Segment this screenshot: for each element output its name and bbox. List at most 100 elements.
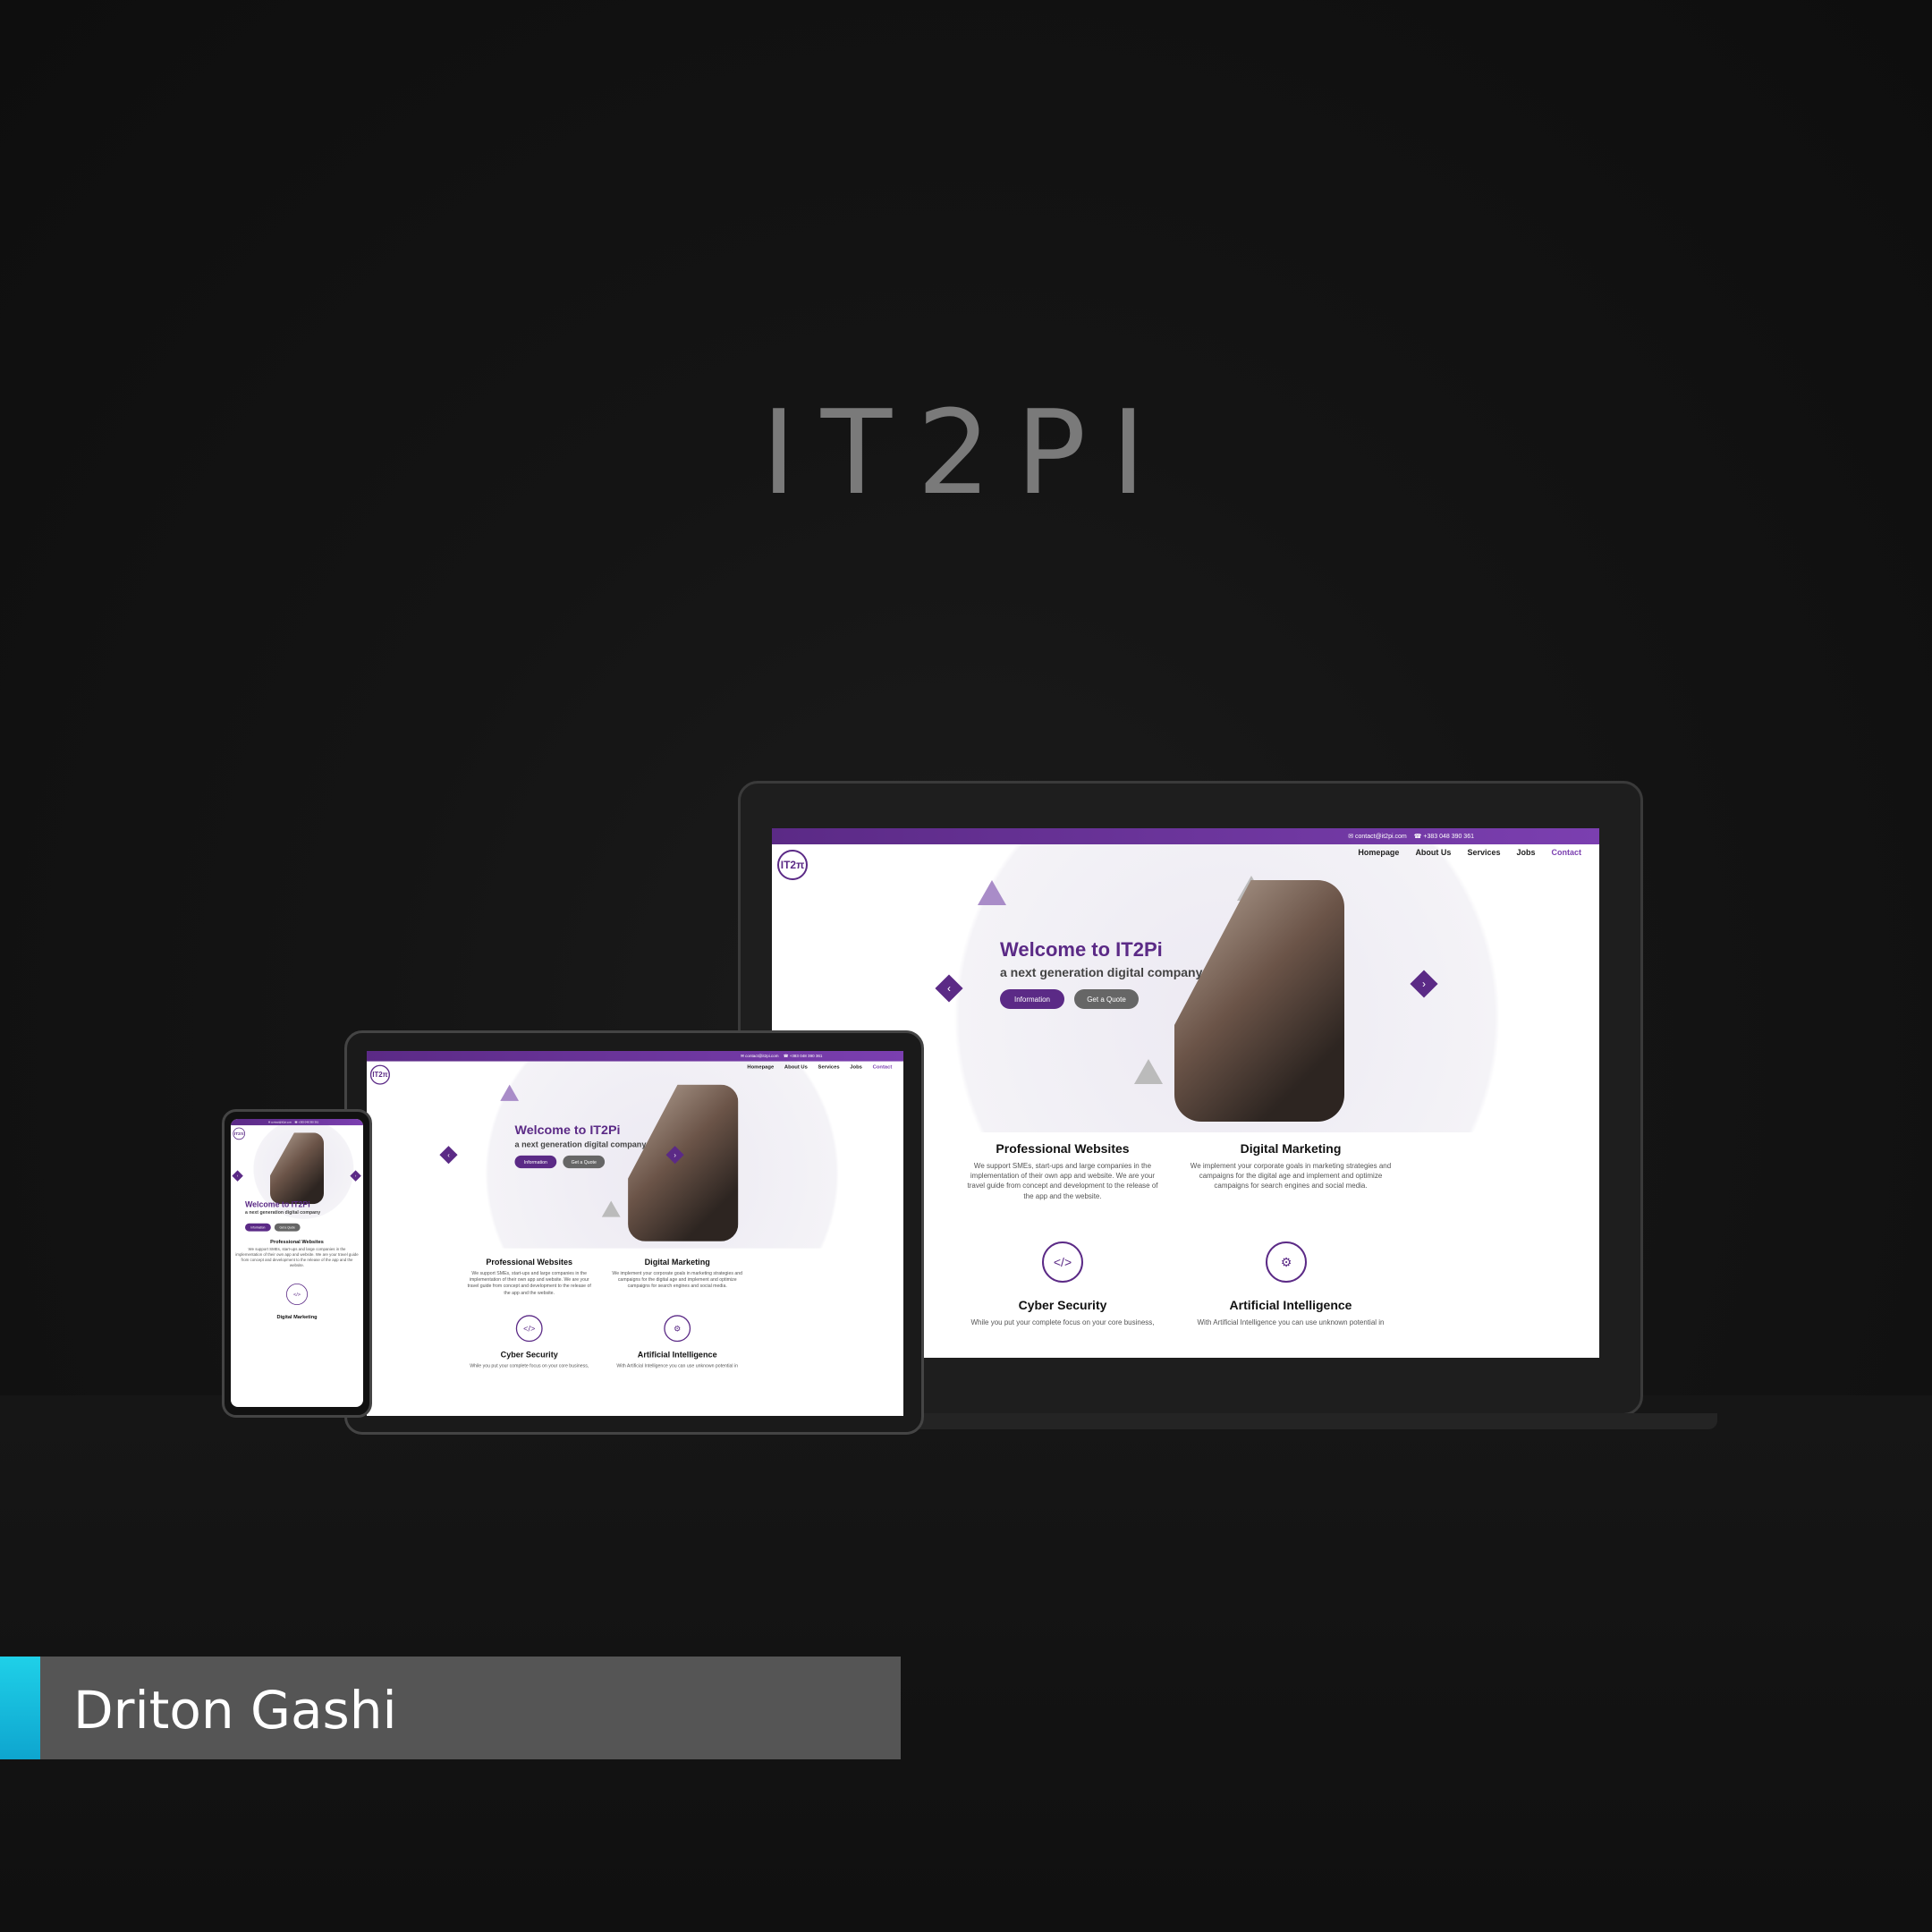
get-quote-button[interactable]: Get a Quote — [274, 1223, 301, 1232]
contact-phone[interactable]: ☎ +383 048 390 361 — [784, 1054, 823, 1059]
decor-triangle — [601, 1200, 621, 1217]
service-card-websites: Professional Websites We support SMEs, s… — [465, 1257, 593, 1295]
credit-accent-stripe — [0, 1657, 40, 1759]
phone-screen: ✉ contact@it2pi.com ☎ +383 048 390 361 ‹… — [231, 1119, 363, 1407]
service-card-ai: Artificial Intelligence With Artificial … — [611, 1350, 744, 1369]
nav-jobs[interactable]: Jobs — [1516, 848, 1535, 857]
service-card-marketing: Digital Marketing We implement your corp… — [611, 1257, 744, 1289]
decor-triangle — [1134, 1059, 1163, 1084]
hero-subtitle: a next generation digital company — [1000, 965, 1203, 979]
hero-subtitle: a next generation digital company — [245, 1209, 321, 1216]
decor-triangle — [978, 880, 1006, 905]
service-text: We support SMEs, start-ups and large com… — [235, 1247, 359, 1268]
nav-homepage[interactable]: Homepage — [747, 1063, 774, 1069]
site-logo[interactable]: IT2π — [777, 850, 808, 880]
code-monitor-icon: </> — [1042, 1241, 1083, 1283]
nav-homepage[interactable]: Homepage — [1358, 848, 1399, 857]
service-title: Digital Marketing — [1240, 1141, 1342, 1156]
nav-services[interactable]: Services — [1467, 848, 1500, 857]
hero-photo — [628, 1084, 739, 1241]
credit-banner: Driton Gashi — [0, 1657, 901, 1759]
contact-email[interactable]: ✉ contact@it2pi.com — [1348, 833, 1407, 840]
hero-title: Welcome to IT2Pi — [514, 1122, 621, 1138]
nav-about-us[interactable]: About Us — [1415, 848, 1451, 857]
service-card-security: Cyber Security While you put your comple… — [465, 1350, 593, 1369]
carousel-prev-button[interactable]: ‹ — [935, 974, 963, 1003]
hero-title: Welcome to IT2Pi — [245, 1199, 310, 1209]
service-text: With Artificial Intelligence you can use… — [616, 1363, 739, 1369]
information-button[interactable]: Information — [245, 1223, 271, 1232]
chevron-left-icon: ‹ — [447, 1150, 450, 1159]
chevron-left-icon: ‹ — [947, 982, 951, 995]
ai-chip-icon: ⚙ — [664, 1315, 691, 1343]
service-title: Artificial Intelligence — [1229, 1298, 1352, 1312]
service-title: Artificial Intelligence — [637, 1350, 717, 1360]
website-mobile: ✉ contact@it2pi.com ☎ +383 048 390 361 ‹… — [231, 1119, 363, 1405]
hero-photo — [270, 1132, 324, 1205]
nav-contact[interactable]: Contact — [1552, 848, 1582, 857]
service-title: Cyber Security — [500, 1350, 558, 1360]
service-title: Digital Marketing — [644, 1257, 710, 1267]
service-title: Professional Websites — [486, 1257, 573, 1267]
contact-phone[interactable]: ☎ +383 048 390 361 — [1414, 833, 1474, 840]
service-card-websites: Professional Websites We support SMEs, s… — [964, 1141, 1161, 1201]
hero-photo — [1174, 880, 1344, 1122]
nav-services[interactable]: Services — [818, 1063, 840, 1069]
service-card-marketing: Digital Marketing — [234, 1314, 360, 1319]
contact-bar: ✉ contact@it2pi.com ☎ +383 048 390 361 — [231, 1119, 363, 1126]
hero-title: Welcome to IT2Pi — [1000, 938, 1163, 961]
tablet-screen: ✉ contact@it2pi.com ☎ +383 048 390 361 W… — [367, 1051, 903, 1416]
service-card-websites: Professional Websites We support SMEs, s… — [234, 1239, 360, 1268]
carousel-next-button[interactable]: › — [350, 1170, 361, 1182]
carousel-prev-button[interactable]: ‹ — [232, 1170, 243, 1182]
get-quote-button[interactable]: Get a Quote — [563, 1155, 606, 1169]
service-text: We implement your corporate goals in mar… — [1190, 1162, 1392, 1191]
contact-email[interactable]: ✉ contact@it2pi.com — [268, 1121, 292, 1123]
service-card-security: Cyber Security While you put your comple… — [964, 1298, 1161, 1327]
code-monitor-icon: </> — [515, 1315, 543, 1343]
information-button[interactable]: Information — [514, 1155, 557, 1169]
service-text: We implement your corporate goals in mar… — [612, 1270, 743, 1289]
main-nav: Homepage About Us Services Jobs Contact — [1358, 848, 1581, 857]
phone-mockup: ✉ contact@it2pi.com ☎ +383 048 390 361 ‹… — [222, 1109, 372, 1418]
website-tablet: ✉ contact@it2pi.com ☎ +383 048 390 361 W… — [367, 1051, 903, 1399]
credit-name: Driton Gashi — [73, 1680, 397, 1741]
contact-bar: ✉ contact@it2pi.com ☎ +383 048 390 361 — [772, 828, 1599, 844]
nav-about-us[interactable]: About Us — [784, 1063, 808, 1069]
code-monitor-icon: </> — [286, 1284, 308, 1305]
site-logo[interactable]: IT2π — [369, 1064, 390, 1085]
contact-bar: ✉ contact@it2pi.com ☎ +383 048 390 361 — [367, 1051, 903, 1062]
hero-subtitle: a next generation digital company — [514, 1140, 647, 1149]
service-title: Digital Marketing — [276, 1314, 318, 1320]
carousel-prev-button[interactable]: ‹ — [439, 1146, 458, 1165]
service-text: With Artificial Intelligence you can use… — [1197, 1318, 1385, 1326]
nav-jobs[interactable]: Jobs — [850, 1063, 862, 1069]
service-text: While you put your complete focus on you… — [970, 1318, 1155, 1326]
service-card-marketing: Digital Marketing We implement your corp… — [1188, 1141, 1394, 1191]
site-logo[interactable]: IT2π — [233, 1127, 245, 1140]
service-text: We support SMEs, start-ups and large com… — [467, 1270, 591, 1295]
service-title: Professional Websites — [270, 1239, 324, 1245]
contact-email[interactable]: ✉ contact@it2pi.com — [741, 1054, 779, 1059]
carousel-next-button[interactable]: › — [1410, 970, 1438, 998]
nav-contact[interactable]: Contact — [873, 1063, 893, 1069]
chevron-right-icon: › — [674, 1150, 676, 1159]
get-quote-button[interactable]: Get a Quote — [1074, 989, 1139, 1009]
service-title: Cyber Security — [1018, 1298, 1107, 1312]
service-text: While you put your complete focus on you… — [470, 1363, 589, 1369]
brand-title: IT2PI — [761, 385, 1171, 521]
decor-triangle — [500, 1084, 520, 1101]
service-text: We support SMEs, start-ups and large com… — [967, 1162, 1158, 1200]
ai-chip-icon: ⚙ — [1266, 1241, 1307, 1283]
service-title: Professional Websites — [996, 1141, 1130, 1156]
chevron-right-icon: › — [1422, 978, 1426, 990]
service-card-ai: Artificial Intelligence With Artificial … — [1188, 1298, 1394, 1327]
chevron-right-icon: › — [354, 1173, 357, 1179]
main-nav: Homepage About Us Services Jobs Contact — [747, 1063, 892, 1069]
tablet-mockup: ✉ contact@it2pi.com ☎ +383 048 390 361 W… — [344, 1030, 924, 1435]
contact-phone[interactable]: ☎ +383 048 390 361 — [294, 1121, 318, 1123]
chevron-left-icon: ‹ — [236, 1173, 239, 1179]
information-button[interactable]: Information — [1000, 989, 1064, 1009]
hero-section: ‹ › Welcome to IT2Pi a next generation d… — [231, 1125, 363, 1223]
hero-section: Welcome to IT2Pi a next generation digit… — [367, 1061, 903, 1249]
